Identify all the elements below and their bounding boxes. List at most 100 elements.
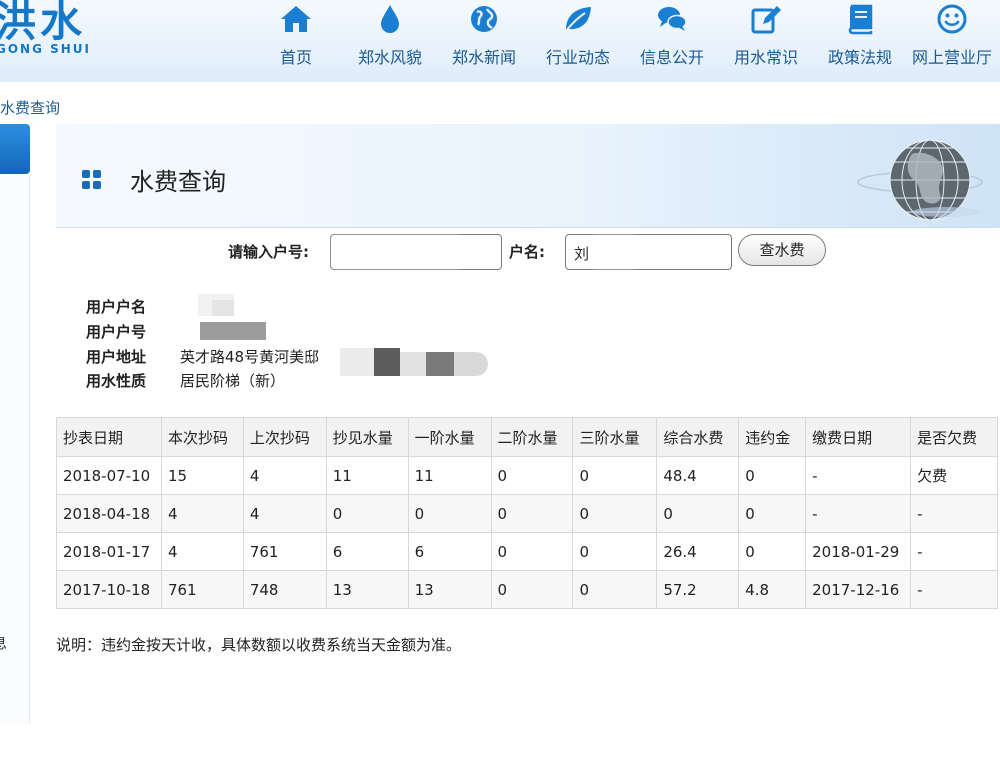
column-header: 抄见水量 [325,417,409,457]
table-cell: 48.4 [656,456,740,495]
table-cell: 0 [572,494,658,533]
penalty-note: 说明：违约金按天计收，具体数额以收费系统当天金额为准。 [56,636,462,654]
column-header: 违约金 [738,417,807,457]
site-header: 洪水 GONG SHUI 首页 郑水风貌 郑水新闻 行业动态 信息公开 用水常识… [0,0,1000,82]
water-usage-type-value: 居民阶梯（新） [180,372,286,390]
smiley-icon [937,4,967,34]
nav-policy[interactable]: 政策法规 [812,2,908,68]
table-cell: 6 [407,532,492,571]
table-cell: - [910,494,998,533]
table-cell: 0 [490,494,574,533]
grid-dots-icon [82,170,102,190]
table-cell: 0 [490,456,574,495]
user-name-label: 用户户名 [86,298,147,316]
table-cell: 748 [242,570,327,609]
chat-bubbles-icon [658,7,687,31]
table-cell: 0 [490,532,574,571]
nav-industry[interactable]: 行业动态 [530,2,626,68]
account-number-label: 请输入户号: [228,243,309,261]
table-cell: 2018-01-17 [56,532,162,571]
user-address-value: 英才路48号黄河美邸 [180,348,320,366]
query-water-fee-button[interactable]: 查水费 [738,234,826,266]
column-header: 二阶水量 [490,417,574,457]
globe-decoration-icon [857,139,983,221]
leaf-icon [565,7,591,32]
account-name-label: 户名: [509,243,545,261]
column-header: 本次抄码 [160,417,244,457]
sidebar-item-partial-label[interactable]: 息 [0,632,7,653]
table-cell: 欠费 [910,456,998,495]
redaction-mask [400,352,426,376]
water-bill-table: 抄表日期 本次抄码 上次抄码 抄见水量 一阶水量 二阶水量 三阶水量 综合水费 … [56,417,998,609]
table-cell: 0 [738,456,807,495]
table-cell: 2017-10-18 [56,570,162,609]
sidebar-active-tab[interactable] [0,124,30,174]
table-row: 2018-04-18 4 4 0 0 0 0 0 0 - - [56,494,998,533]
column-header: 缴费日期 [805,417,912,457]
table-cell: 0 [572,570,658,609]
breadcrumb[interactable]: 水费查询 [0,97,60,118]
user-account-label: 用户户号 [86,323,147,341]
table-cell: 2018-04-18 [56,494,162,533]
redaction-mask [454,352,488,376]
water-usage-type-label: 用水性质 [86,372,147,390]
table-cell: 4.8 [738,570,807,609]
column-header: 上次抄码 [242,417,327,457]
table-cell: - [910,570,998,609]
table-cell: 761 [160,570,244,609]
table-cell: 0 [407,494,492,533]
table-cell: 15 [160,456,244,495]
table-cell: 11 [325,456,409,495]
redaction-mask [340,348,374,376]
nav-home-label: 首页 [279,48,312,67]
redaction-mask [374,348,400,376]
table-cell: 6 [325,532,409,571]
redaction-mask [200,322,266,340]
page-title: 水费查询 [130,168,226,196]
redaction-mask [334,237,460,267]
account-name-input[interactable]: 刘 [565,234,732,270]
book-icon [848,4,873,35]
nav-home[interactable]: 首页 [248,2,344,68]
table-cell: 13 [407,570,492,609]
table-cell: 4 [160,494,244,533]
table-row: 2018-07-10 15 4 11 11 0 0 48.4 0 - 欠费 [56,456,998,495]
home-icon [281,6,311,32]
user-address-label: 用户地址 [86,348,147,366]
table-row: 2017-10-18 761 748 13 13 0 0 57.2 4.8 20… [56,570,998,609]
nav-disclosure[interactable]: 信息公开 [624,2,720,68]
table-cell: 0 [572,456,658,495]
edit-icon [751,6,781,34]
table-cell: - [805,494,912,533]
table-cell: 0 [738,494,807,533]
site-logo-subtext: GONG SHUI [0,42,92,56]
nav-online-hall-label: 网上营业厅 [911,48,992,67]
page-title-banner: 水费查询 [56,124,1000,228]
table-cell: 0 [738,532,807,571]
table-cell: 13 [325,570,409,609]
table-cell: 4 [160,532,244,571]
nav-disclosure-label: 信息公开 [639,48,704,67]
nav-online-hall[interactable]: 网上营业厅 [904,2,1000,68]
table-cell: 57.2 [656,570,740,609]
column-header: 综合水费 [656,417,740,457]
table-cell: 761 [242,532,327,571]
redaction-mask [594,237,634,267]
nav-knowledge-label: 用水常识 [733,48,798,67]
table-cell: 26.4 [656,532,740,571]
redaction-mask [426,352,454,376]
nav-news[interactable]: 郑水新闻 [436,2,532,68]
table-row: 2018-01-17 4 761 6 6 0 0 26.4 0 2018-01-… [56,532,998,571]
table-cell: 0 [325,494,409,533]
column-header: 一阶水量 [407,417,492,457]
table-cell: 2018-01-29 [805,532,912,571]
nav-knowledge[interactable]: 用水常识 [718,2,814,68]
column-header: 三阶水量 [572,417,658,457]
water-drop-icon [381,5,399,33]
nav-about-label: 郑水风貌 [357,48,422,67]
table-cell: 0 [490,570,574,609]
column-header: 是否欠费 [910,417,998,457]
redaction-mask [212,300,234,316]
nav-about[interactable]: 郑水风貌 [342,2,438,68]
table-cell: 0 [656,494,740,533]
